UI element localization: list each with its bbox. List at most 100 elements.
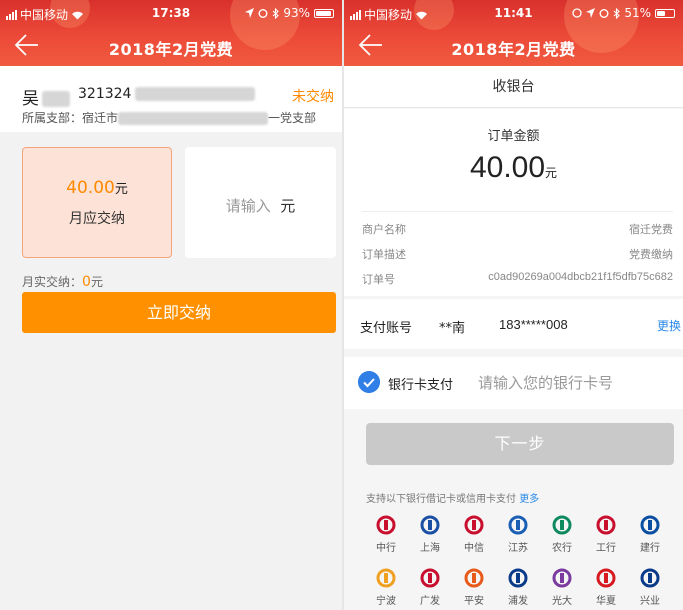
- bank-item: 兴业: [630, 568, 670, 607]
- support-text: 支持以下银行借记卡或信用卡支付: [366, 494, 516, 505]
- monthly-amount-label: 月应交纳: [69, 211, 125, 227]
- battery-icon: [655, 8, 675, 18]
- status-right: 93%: [245, 6, 334, 20]
- redaction-block: [135, 87, 256, 101]
- nav-bar: 2018年2月党费: [0, 30, 342, 64]
- bank-logo-icon: [508, 515, 528, 535]
- party-fee-screen: 中国移动 17:38 93% 2018年2月党费 吴 321324 未交纳 所属…: [0, 0, 342, 610]
- change-account-link[interactable]: 更换: [657, 317, 681, 334]
- divider-line: [362, 211, 673, 212]
- order-amount: 40.00元: [344, 151, 683, 185]
- bank-logo-icon: [640, 568, 660, 588]
- member-id: 321324: [78, 86, 256, 102]
- actual-paid-unit: 元: [90, 275, 103, 289]
- monthly-amount-value: 40.00: [66, 178, 115, 198]
- bank-name: 浦发: [508, 596, 528, 607]
- payment-account: 支付账号 **南 183*****008 更换: [344, 299, 683, 349]
- bank-name: 广发: [420, 596, 440, 607]
- battery-fill: [316, 10, 331, 16]
- alarm-icon: [258, 9, 268, 18]
- battery-percent: 93%: [283, 6, 310, 20]
- member-info-card: 吴 321324 未交纳 所属支部：宿迁市 一党支部: [0, 66, 342, 132]
- account-name: **南: [439, 321, 466, 336]
- next-step-button[interactable]: 下一步: [366, 423, 674, 465]
- bank-name: 中行: [376, 543, 396, 554]
- cashier-screen: 中国移动 11:41 51% 2018年2月党费 收银台 订单金额 40.00元…: [344, 0, 683, 610]
- info-value: c0ad90269a004dbcb21f1f5dfb75c682: [488, 271, 673, 283]
- bank-logo-icon: [464, 568, 484, 588]
- info-row-merchant: 商户名称 宿迁党费: [362, 221, 673, 237]
- status-bar: 中国移动 17:38 93%: [0, 4, 342, 22]
- bank-logo-icon: [640, 515, 660, 535]
- checkmark-icon[interactable]: [358, 371, 380, 393]
- bank-item: 江苏: [498, 515, 538, 554]
- page-title: 2018年2月党费: [451, 40, 576, 59]
- bank-item: 工行: [586, 515, 626, 554]
- info-key: 订单号: [362, 273, 395, 286]
- custom-amount-input[interactable]: 请输入 元: [185, 147, 336, 258]
- location-icon: [245, 8, 255, 18]
- member-name-text: 吴: [22, 89, 39, 109]
- branch-label: 所属支部：宿迁市: [22, 111, 119, 125]
- bank-item: 平安: [454, 568, 494, 607]
- custom-amount-unit: 元: [280, 197, 296, 215]
- bank-name: 兴业: [640, 596, 660, 607]
- member-name: 吴: [22, 84, 70, 109]
- bank-logo-icon: [552, 568, 572, 588]
- bank-name: 工行: [596, 543, 616, 554]
- cashier-title: 收银台: [344, 66, 683, 108]
- pay-now-button[interactable]: 立即交纳: [22, 292, 336, 333]
- bank-name: 光大: [552, 596, 572, 607]
- bank-item: 光大: [542, 568, 582, 607]
- info-key: 商户名称: [362, 223, 406, 236]
- monthly-amount-option[interactable]: 40.00元 月应交纳: [22, 147, 172, 258]
- bank-card-label: 银行卡支付: [388, 378, 454, 393]
- branch-suffix: 一党支部: [268, 111, 317, 125]
- battery-fill: [657, 10, 665, 16]
- alarm-icon: [599, 9, 609, 18]
- actual-paid-value: 0: [82, 274, 91, 290]
- lock-rotation-icon: [572, 8, 582, 18]
- header-bar: 中国移动 17:38 93% 2018年2月党费: [0, 0, 342, 66]
- bank-logo-icon: [464, 515, 484, 535]
- bank-name: 建行: [640, 543, 660, 554]
- bank-item: 中信: [454, 515, 494, 554]
- bluetooth-icon: [613, 7, 621, 19]
- account-label: 支付账号: [360, 321, 413, 336]
- account-phone: 183*****008: [499, 317, 568, 332]
- battery-icon: [314, 8, 334, 18]
- actual-paid-label: 月实交纳：: [22, 275, 83, 289]
- info-row-order-number: 订单号 c0ad90269a004dbcb21f1f5dfb75c682: [362, 271, 673, 287]
- info-value: 党费缴纳: [629, 249, 673, 261]
- order-amount-value: 40.00: [469, 151, 546, 184]
- order-amount-unit: 元: [545, 166, 558, 180]
- redaction-block: [118, 112, 269, 125]
- order-summary: 订单金额 40.00元 商户名称 宿迁党费 订单描述 党费缴纳 订单号 c0ad902…: [344, 109, 683, 296]
- bank-logo-icon: [420, 515, 440, 535]
- bank-item: 广发: [410, 568, 450, 607]
- location-icon: [586, 8, 596, 18]
- bank-name: 宁波: [376, 596, 396, 607]
- bank-item: 中行: [366, 515, 406, 554]
- info-row-description: 订单描述 党费缴纳: [362, 246, 673, 262]
- monthly-amount-unit: 元: [114, 182, 128, 197]
- bank-name: 华夏: [596, 596, 616, 607]
- branch-info: 所属支部：宿迁市 一党支部: [22, 109, 316, 126]
- more-banks-link[interactable]: 更多: [519, 494, 539, 505]
- member-id-text: 321324: [78, 86, 132, 102]
- bank-logo-icon: [508, 568, 528, 588]
- page-title: 2018年2月党费: [108, 40, 234, 59]
- bank-item: 宁波: [366, 568, 406, 607]
- status-bar: 中国移动 11:41 51%: [344, 4, 683, 22]
- payment-status-badge: 未交纳: [292, 89, 334, 105]
- bank-logo-icon: [376, 515, 396, 535]
- bank-card-input[interactable]: 请输入您的银行卡号: [478, 372, 613, 393]
- bank-name: 上海: [420, 543, 440, 554]
- order-amount-label: 订单金额: [487, 129, 540, 144]
- info-value: 宿迁党费: [629, 224, 673, 236]
- bank-name: 平安: [464, 596, 484, 607]
- custom-amount-placeholder-text: 请输入: [225, 197, 271, 215]
- supported-banks-note: 支持以下银行借记卡或信用卡支付 更多: [366, 490, 539, 505]
- bank-item: 浦发: [498, 568, 538, 607]
- bank-logo-icon: [596, 515, 616, 535]
